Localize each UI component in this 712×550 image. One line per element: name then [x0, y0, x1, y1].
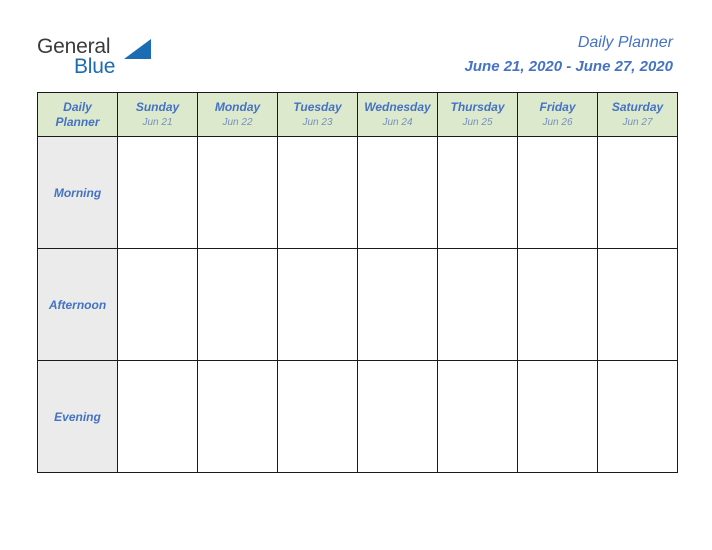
slot-text	[598, 137, 677, 149]
day-date-label: Jun 26	[542, 116, 573, 128]
slot-afternoon-friday[interactable]	[517, 248, 598, 361]
corner-header-line2: Planner	[55, 114, 100, 129]
day-date-label: Jun 21	[142, 116, 173, 128]
slot-text	[358, 249, 437, 261]
page-title: Daily Planner	[577, 34, 673, 51]
slot-text	[278, 249, 357, 261]
slot-text	[278, 137, 357, 149]
slot-text	[358, 361, 437, 373]
general-blue-logo: General Blue	[37, 36, 167, 82]
slot-morning-saturday[interactable]	[597, 136, 678, 249]
day-header-tuesday: Tuesday Jun 23	[277, 92, 358, 137]
slot-text	[118, 137, 197, 149]
logo-text-blue: Blue	[74, 55, 116, 78]
slot-text	[598, 249, 677, 261]
day-date-label: Jun 25	[462, 116, 493, 128]
slot-evening-saturday[interactable]	[597, 360, 678, 473]
slot-text	[438, 249, 517, 261]
slot-text	[278, 361, 357, 373]
slot-evening-thursday[interactable]	[437, 360, 518, 473]
slot-morning-tuesday[interactable]	[277, 136, 358, 249]
row-label-morning: Morning	[37, 136, 118, 249]
slot-text	[518, 137, 597, 149]
slot-morning-monday[interactable]	[197, 136, 278, 249]
slot-afternoon-wednesday[interactable]	[357, 248, 438, 361]
day-name-label: Saturday	[611, 99, 664, 114]
day-name-label: Sunday	[135, 99, 180, 114]
slot-morning-friday[interactable]	[517, 136, 598, 249]
slot-evening-sunday[interactable]	[117, 360, 198, 473]
day-name-label: Wednesday	[364, 99, 431, 114]
table-header-row: Daily Planner Sunday Jun 21 Monday Jun 2…	[37, 92, 678, 137]
slot-morning-thursday[interactable]	[437, 136, 518, 249]
corner-header-cell: Daily Planner	[37, 92, 118, 137]
table-row-morning: Morning	[37, 136, 678, 249]
day-date-label: Jun 27	[622, 116, 653, 128]
slot-evening-tuesday[interactable]	[277, 360, 358, 473]
slot-text	[118, 361, 197, 373]
day-header-saturday: Saturday Jun 27	[597, 92, 678, 137]
slot-text	[118, 249, 197, 261]
day-name-label: Tuesday	[293, 99, 342, 114]
slot-text	[198, 249, 277, 261]
slot-text	[438, 137, 517, 149]
day-header-friday: Friday Jun 26	[517, 92, 598, 137]
slot-evening-monday[interactable]	[197, 360, 278, 473]
day-header-monday: Monday Jun 22	[197, 92, 278, 137]
day-name-label: Thursday	[450, 99, 505, 114]
slot-afternoon-thursday[interactable]	[437, 248, 518, 361]
slot-evening-wednesday[interactable]	[357, 360, 438, 473]
table-row-evening: Evening	[37, 360, 678, 473]
slot-text	[518, 249, 597, 261]
slot-text	[358, 137, 437, 149]
slot-afternoon-sunday[interactable]	[117, 248, 198, 361]
day-name-label: Friday	[539, 99, 576, 114]
row-label-afternoon: Afternoon	[37, 248, 118, 361]
slot-morning-wednesday[interactable]	[357, 136, 438, 249]
daily-planner-table: Daily Planner Sunday Jun 21 Monday Jun 2…	[37, 92, 678, 473]
planner-table-container: Daily Planner Sunday Jun 21 Monday Jun 2…	[37, 92, 678, 473]
day-date-label: Jun 24	[382, 116, 413, 128]
day-name-label: Monday	[214, 99, 261, 114]
day-date-label: Jun 23	[302, 116, 333, 128]
slot-text	[438, 361, 517, 373]
slot-afternoon-monday[interactable]	[197, 248, 278, 361]
row-label-evening: Evening	[37, 360, 118, 473]
slot-text	[198, 361, 277, 373]
date-range-subtitle: June 21, 2020 - June 27, 2020	[464, 58, 673, 75]
slot-text	[518, 361, 597, 373]
slot-afternoon-tuesday[interactable]	[277, 248, 358, 361]
day-date-label: Jun 22	[222, 116, 253, 128]
slot-afternoon-saturday[interactable]	[597, 248, 678, 361]
day-header-sunday: Sunday Jun 21	[117, 92, 198, 137]
slot-evening-friday[interactable]	[517, 360, 598, 473]
table-row-afternoon: Afternoon	[37, 248, 678, 361]
slot-text	[198, 137, 277, 149]
day-header-wednesday: Wednesday Jun 24	[357, 92, 438, 137]
page-header: General Blue Daily Planner June 21, 2020…	[0, 0, 712, 86]
corner-header-line1: Daily	[63, 99, 92, 114]
logo-triangle-icon	[122, 38, 152, 60]
slot-text	[598, 361, 677, 373]
day-header-thursday: Thursday Jun 25	[437, 92, 518, 137]
title-block: Daily Planner June 21, 2020 - June 27, 2…	[465, 33, 673, 77]
slot-morning-sunday[interactable]	[117, 136, 198, 249]
